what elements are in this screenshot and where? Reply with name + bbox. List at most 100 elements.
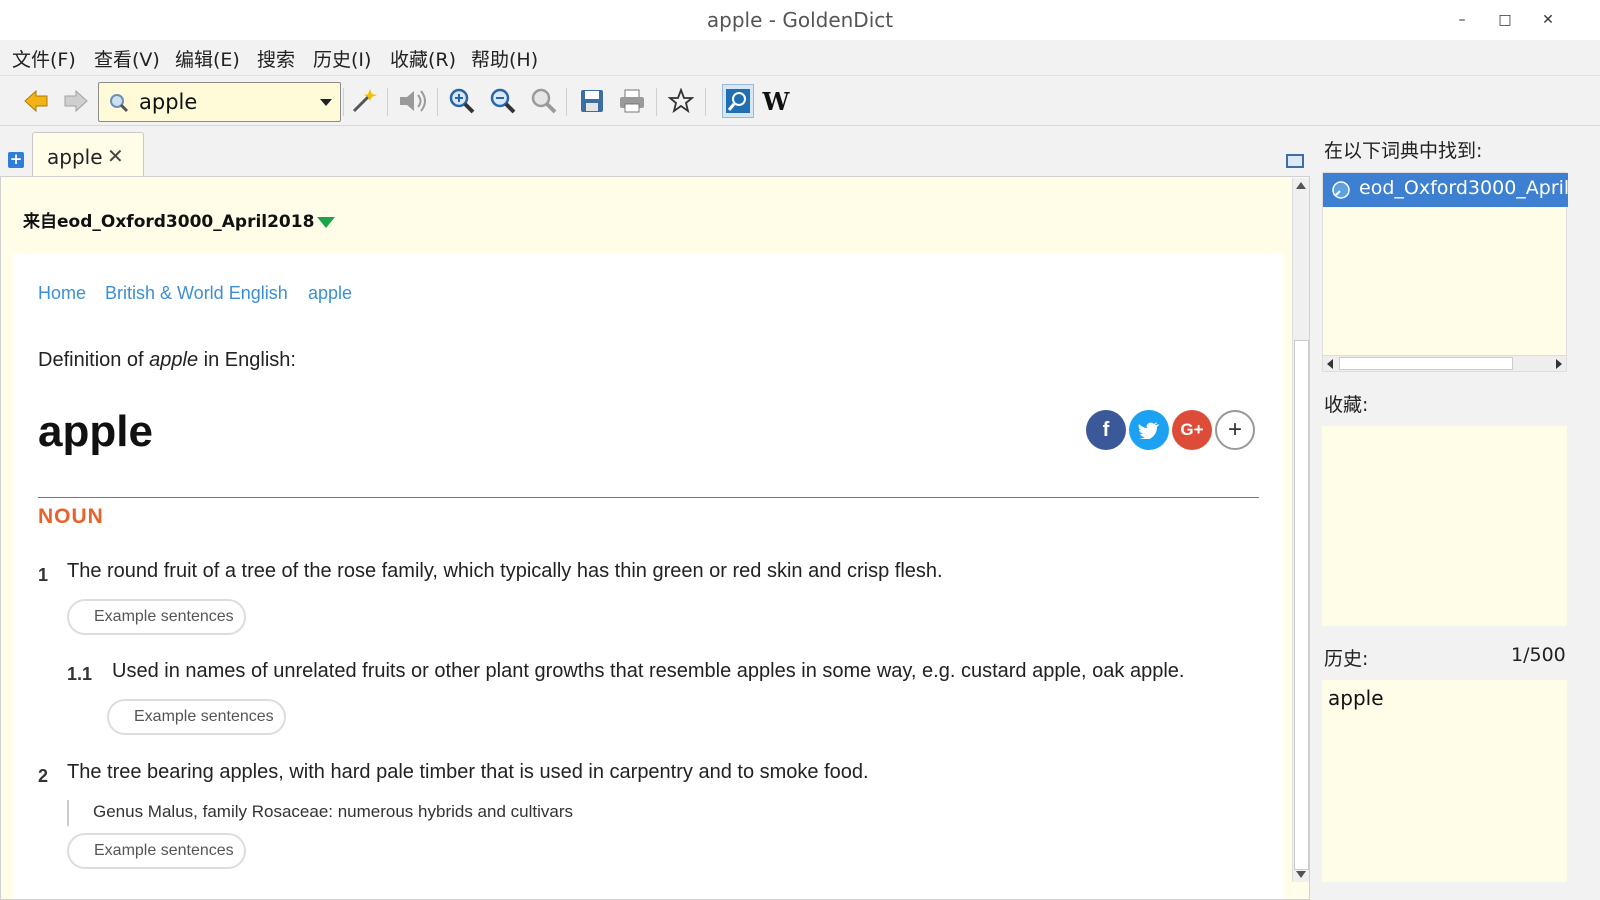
chevron-down-icon[interactable] bbox=[320, 99, 332, 106]
sense-note: Genus Malus, family Rosaceae: numerous h… bbox=[67, 800, 573, 826]
article-view: 来自eod_Oxford3000_April2018 Home British … bbox=[0, 176, 1310, 900]
definition-of-word: apple bbox=[149, 349, 199, 371]
dictionary-source-label: 来自eod_Oxford3000_April2018 bbox=[23, 212, 315, 232]
dictionary-list-hscrollbar[interactable] bbox=[1323, 355, 1566, 371]
close-tab-icon[interactable]: ✕ bbox=[107, 144, 124, 168]
pronounce-button[interactable] bbox=[397, 84, 429, 118]
sense-number: 2 bbox=[38, 766, 49, 786]
search-input[interactable]: apple bbox=[139, 90, 197, 114]
favorites-list[interactable] bbox=[1322, 426, 1567, 626]
menu-view[interactable]: 查看(V) bbox=[94, 45, 160, 72]
menu-bar: 文件(F) 查看(V) 编辑(E) 搜索 历史(I) 收藏(R) 帮助(H) bbox=[0, 40, 1600, 76]
definition-of-line: Definition of apple in English: bbox=[38, 349, 296, 372]
tab-label: apple bbox=[47, 145, 103, 169]
definition-of-suffix: in English: bbox=[198, 349, 296, 371]
google-plus-icon: G+ bbox=[1180, 420, 1204, 439]
add-favorite-button[interactable] bbox=[665, 84, 697, 118]
history-count: 1/500 bbox=[1511, 644, 1566, 666]
side-panel: 在以下词典中找到: eod_Oxford3000_April2018 收藏: 历… bbox=[1312, 126, 1600, 900]
example-sentences-button[interactable]: Example sentences bbox=[67, 833, 246, 869]
sense-definition: Used in names of unrelated fruits or oth… bbox=[112, 660, 1185, 682]
scrollbar-thumb[interactable] bbox=[1294, 340, 1309, 870]
wikipedia-icon: W bbox=[762, 86, 790, 116]
zoom-reset-button[interactable] bbox=[528, 84, 560, 118]
found-in-label: 在以下词典中找到: bbox=[1324, 140, 1483, 162]
menu-file[interactable]: 文件(F) bbox=[12, 45, 76, 72]
divider bbox=[38, 497, 1259, 498]
dictionary-item[interactable]: eod_Oxford3000_April2018 bbox=[1323, 173, 1568, 207]
history-item[interactable]: apple bbox=[1328, 686, 1384, 710]
title-bar: apple - GoldenDict – □ ✕ bbox=[0, 0, 1600, 40]
save-icon bbox=[581, 90, 603, 112]
breadcrumb-dictionary[interactable]: British & World English bbox=[105, 283, 288, 304]
twitter-share-button[interactable] bbox=[1129, 410, 1169, 450]
plus-icon: + bbox=[1227, 416, 1242, 443]
zoom-in-icon bbox=[449, 88, 475, 114]
star-icon bbox=[668, 88, 694, 114]
part-of-speech: NOUN bbox=[38, 505, 104, 528]
history-list: apple bbox=[1322, 680, 1567, 882]
collapse-triangle-icon[interactable] bbox=[317, 216, 336, 228]
scroll-left-icon[interactable] bbox=[1327, 359, 1333, 369]
print-button[interactable] bbox=[616, 84, 648, 118]
favorites-label: 收藏: bbox=[1324, 394, 1369, 416]
zoom-in-button[interactable] bbox=[446, 84, 478, 118]
close-button[interactable]: ✕ bbox=[1536, 8, 1560, 32]
google-plus-share-button[interactable]: G+ bbox=[1172, 410, 1212, 450]
scroll-right-icon[interactable] bbox=[1556, 359, 1562, 369]
add-tab-button[interactable]: + bbox=[8, 152, 24, 168]
sense-number: 1.1 bbox=[67, 664, 93, 684]
tab-strip: + apple ✕ bbox=[0, 126, 1320, 180]
facebook-share-button[interactable]: f bbox=[1086, 410, 1126, 450]
example-sentences-button[interactable]: Example sentences bbox=[67, 599, 246, 635]
zoom-reset-icon bbox=[531, 88, 557, 114]
article-scrollbar[interactable] bbox=[1292, 178, 1309, 882]
entry-page: Home British & World English apple Defin… bbox=[13, 253, 1283, 899]
menu-edit[interactable]: 编辑(E) bbox=[175, 45, 240, 72]
definition-of-prefix: Definition of bbox=[38, 349, 150, 371]
breadcrumb-home[interactable]: Home bbox=[38, 283, 86, 304]
hscroll-thumb[interactable] bbox=[1339, 357, 1513, 370]
example-sentences-button[interactable]: Example sentences bbox=[107, 699, 286, 735]
menu-favorites[interactable]: 收藏(R) bbox=[390, 45, 456, 72]
back-button[interactable] bbox=[20, 84, 52, 118]
dictionary-program-button[interactable] bbox=[722, 84, 754, 118]
dictionary-item-label: eod_Oxford3000_April2018 bbox=[1359, 177, 1568, 199]
tab-apple[interactable]: apple ✕ bbox=[32, 132, 144, 180]
sense-definition: The round fruit of a tree of the rose fa… bbox=[67, 560, 943, 582]
save-button[interactable] bbox=[576, 84, 608, 118]
scroll-up-icon[interactable] bbox=[1296, 182, 1306, 189]
tab-list-icon[interactable] bbox=[1286, 154, 1304, 168]
maximize-button[interactable]: □ bbox=[1493, 8, 1517, 32]
back-arrow-icon bbox=[24, 89, 48, 113]
menu-history[interactable]: 历史(I) bbox=[313, 45, 371, 72]
scan-popup-button[interactable] bbox=[348, 84, 380, 118]
forward-button[interactable] bbox=[60, 84, 92, 118]
zoom-out-button[interactable] bbox=[487, 84, 519, 118]
wikipedia-button[interactable]: W bbox=[760, 84, 792, 118]
history-label: 历史: bbox=[1324, 648, 1369, 670]
forward-arrow-icon bbox=[64, 89, 88, 113]
dictionary-list: eod_Oxford3000_April2018 bbox=[1322, 172, 1568, 372]
toolbar: apple W bbox=[0, 76, 1600, 126]
minimize-button[interactable]: – bbox=[1450, 8, 1474, 32]
dictionary-icon bbox=[1332, 181, 1350, 199]
sense-definition: The tree bearing apples, with hard pale … bbox=[67, 761, 869, 783]
breadcrumb-word[interactable]: apple bbox=[308, 283, 352, 304]
window-title: apple - GoldenDict bbox=[706, 8, 894, 32]
menu-help[interactable]: 帮助(H) bbox=[471, 45, 538, 72]
dictionary-search-icon bbox=[726, 89, 750, 113]
dictionary-source-header[interactable]: 来自eod_Oxford3000_April2018 bbox=[23, 207, 336, 232]
scroll-down-icon[interactable] bbox=[1296, 871, 1306, 878]
printer-icon bbox=[620, 89, 644, 113]
menu-search[interactable]: 搜索 bbox=[257, 45, 295, 72]
headword: apple bbox=[38, 407, 153, 456]
more-share-button[interactable]: + bbox=[1215, 410, 1255, 450]
twitter-bird-icon bbox=[1138, 422, 1159, 439]
sense-number: 1 bbox=[38, 565, 49, 585]
magic-wand-icon bbox=[352, 89, 377, 113]
search-icon bbox=[110, 94, 129, 113]
facebook-icon: f bbox=[1102, 418, 1110, 441]
search-combobox[interactable]: apple bbox=[98, 82, 341, 122]
speaker-icon bbox=[400, 90, 426, 112]
